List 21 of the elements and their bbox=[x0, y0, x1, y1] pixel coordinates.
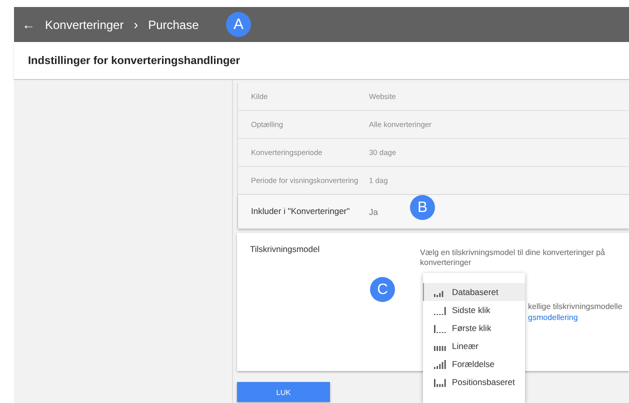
description-text: kellige tilskrivningsmodelle bbox=[528, 301, 622, 312]
help-link[interactable]: gsmodellering bbox=[528, 312, 622, 323]
breadcrumb-link[interactable]: Konverteringer bbox=[45, 18, 124, 32]
bar-chart-icon bbox=[433, 359, 447, 369]
menu-item[interactable]: Sidste klik bbox=[423, 301, 525, 319]
back-icon[interactable]: ← bbox=[22, 17, 35, 32]
menu-item[interactable]: Positionsbaseret bbox=[423, 373, 525, 391]
page-title: Indstillinger for konverteringshandlinger bbox=[28, 54, 240, 66]
description-text: Vælg en tilskrivningsmodel til dine konverteringer på bbox=[420, 248, 606, 258]
menu-item[interactable]: Forældelse bbox=[423, 355, 525, 373]
breadcrumb-link[interactable]: Purchase bbox=[148, 18, 199, 32]
bar-chart-icon bbox=[433, 323, 447, 333]
menu-item[interactable]: Lineær bbox=[423, 337, 525, 355]
menu-item[interactable]: Databaseret bbox=[423, 283, 525, 301]
setting-label: Inkluder i "Konverteringer" bbox=[251, 206, 351, 217]
setting-label: Tilskrivningsmodel bbox=[250, 244, 321, 254]
chevron-icon: › bbox=[134, 17, 138, 32]
bar-chart-icon bbox=[433, 377, 447, 387]
setting-value: Ja bbox=[369, 206, 378, 216]
menu-item[interactable]: Første klik bbox=[423, 319, 525, 337]
description-text: konverteringer bbox=[420, 258, 472, 268]
